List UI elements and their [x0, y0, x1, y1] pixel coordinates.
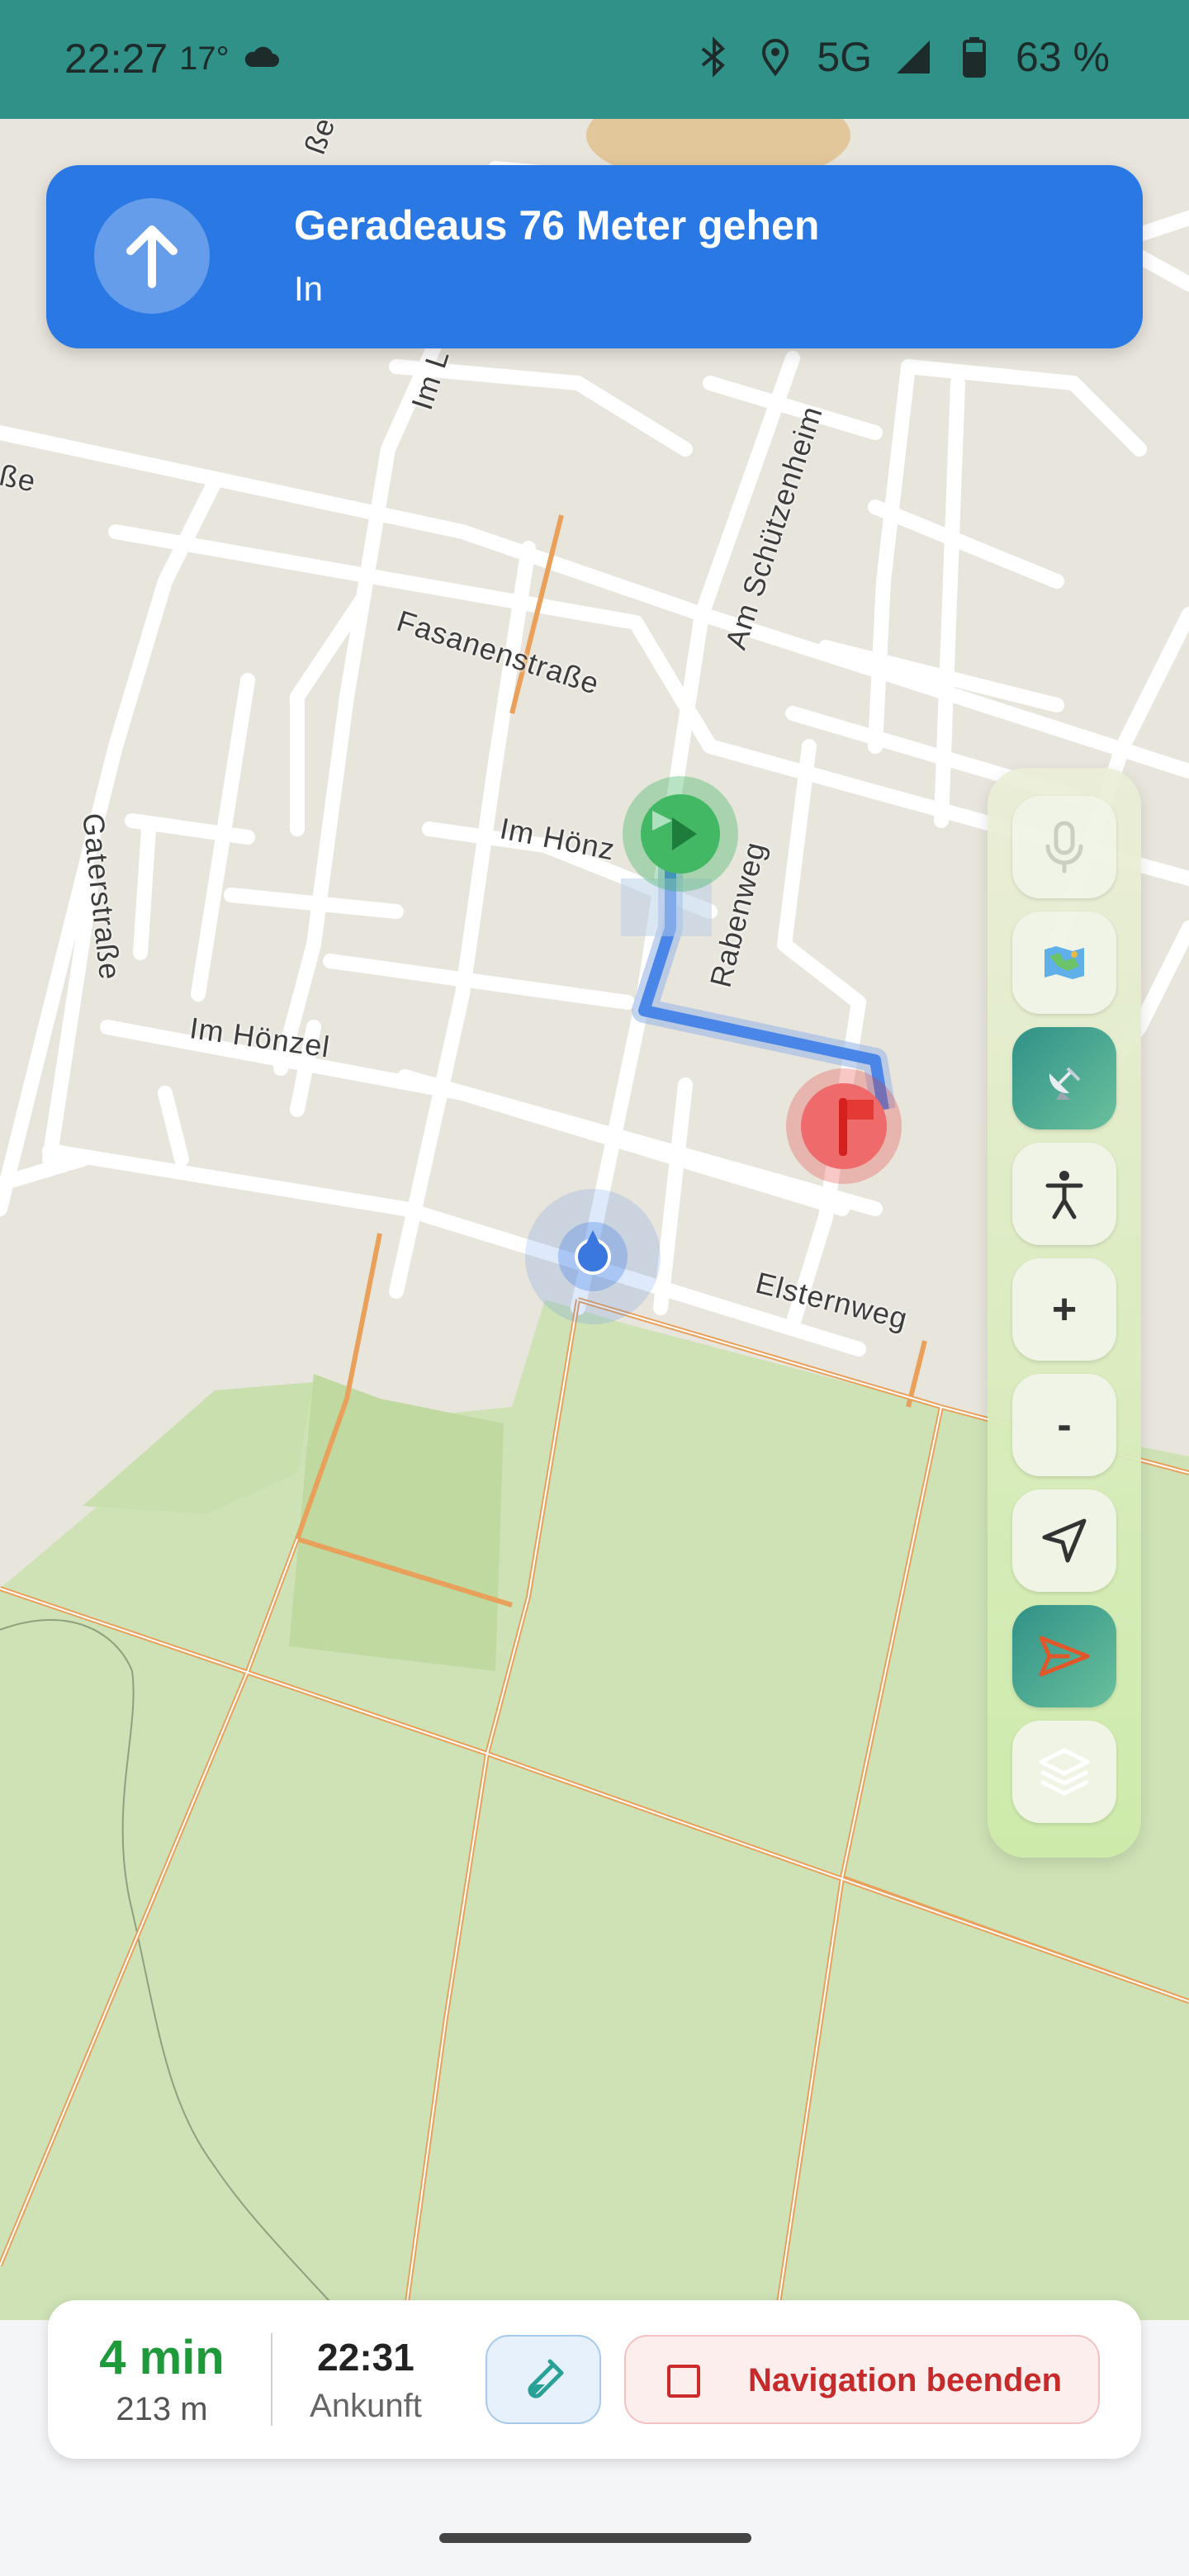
zoom-in-button[interactable]: +: [1012, 1258, 1116, 1361]
send-icon: [1039, 1636, 1090, 1677]
arrow-up-icon: [126, 225, 178, 288]
play-icon: [652, 811, 697, 850]
signal-icon: [897, 40, 931, 73]
test-tube-icon: [528, 2359, 564, 2398]
battery-percent: 63 %: [1016, 34, 1110, 80]
map-controls: + -: [988, 768, 1141, 1858]
zoom-out-button[interactable]: -: [1012, 1374, 1116, 1476]
arrival-time: 22:31: [317, 2336, 414, 2379]
destination-flag[interactable]: [786, 1068, 902, 1184]
home-indicator[interactable]: [439, 2533, 751, 2543]
microphone-button[interactable]: [1012, 796, 1116, 898]
map-style-button[interactable]: [1012, 912, 1116, 1014]
walking-mode-button[interactable]: [1012, 1143, 1116, 1245]
person-icon: [1045, 1171, 1083, 1219]
cloud-icon: [244, 46, 279, 67]
stop-icon: [667, 2365, 700, 2398]
end-navigation-label: Navigation beenden: [748, 2362, 1063, 2398]
layers-button[interactable]: [1012, 1721, 1116, 1823]
instruction-street: In: [294, 269, 324, 308]
maneuver: [94, 198, 210, 314]
remaining-distance: 213 m: [116, 2391, 208, 2427]
plus-icon: +: [1051, 1286, 1078, 1333]
battery-icon: [963, 37, 987, 78]
map-icon: [1045, 946, 1084, 979]
navigate-button[interactable]: [1012, 1605, 1116, 1707]
start-marker[interactable]: [623, 776, 738, 892]
status-temperature: 17°: [179, 40, 230, 77]
status-bar: 22:27 17° 5G 63 %: [0, 0, 1189, 119]
location-icon: [762, 39, 789, 77]
instruction-text: Geradeaus 76 Meter gehen: [294, 202, 820, 249]
remaining-duration: 4 min: [99, 2331, 225, 2384]
locate-button[interactable]: [1012, 1489, 1116, 1592]
divider: [271, 2333, 272, 2426]
minus-icon: -: [1057, 1401, 1072, 1449]
layers-icon: [1039, 1748, 1090, 1796]
network-type: 5G: [817, 34, 873, 80]
heading-icon: [585, 1230, 601, 1247]
flag-icon: [839, 1098, 874, 1156]
navigation-arrow-icon: [1042, 1518, 1087, 1563]
status-time: 22:27: [64, 36, 168, 82]
navigation-banner: Geradeaus 76 Meter gehen In: [46, 165, 1143, 348]
current-location: [525, 1189, 661, 1324]
satellite-icon: [1049, 1067, 1081, 1100]
arrival-label: Ankunft: [310, 2388, 422, 2424]
test-button[interactable]: [486, 2335, 601, 2424]
bluetooth-icon: [702, 36, 726, 78]
satellite-button[interactable]: [1012, 1027, 1116, 1129]
trip-summary-card: 4 min 213 m 22:31 Ankunft Navigation bee…: [48, 2300, 1141, 2459]
microphone-icon: [1045, 821, 1083, 874]
end-navigation-button[interactable]: Navigation beenden: [624, 2335, 1100, 2424]
